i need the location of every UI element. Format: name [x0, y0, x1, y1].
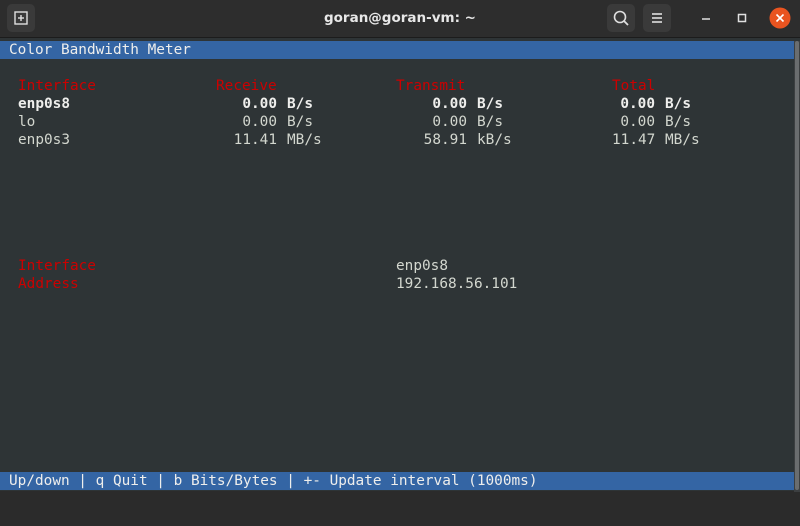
row-total-value: 0.00 [620, 96, 655, 112]
title-bar: goran@goran-vm: ~ [0, 0, 800, 38]
row-transmit-unit: B/s [477, 96, 503, 112]
row-total-value: 0.00 [620, 114, 655, 130]
terminal-window: goran@goran-vm: ~ Color Bandwidth Meter … [0, 0, 800, 492]
row-receive-value: 0.00 [242, 96, 277, 112]
window-title: goran@goran-vm: ~ [323, 10, 476, 26]
footer-help-text: Up/down | q Quit | b Bits/Bytes | +- Upd… [9, 473, 538, 489]
header-receive: Receive [216, 78, 277, 94]
close-icon [769, 7, 791, 29]
row-receive-unit: B/s [287, 114, 313, 130]
footer-bar: Up/down | q Quit | b Bits/Bytes | +- Upd… [0, 472, 794, 490]
row-interface: enp0s8 [18, 96, 70, 112]
row-total-unit: B/s [665, 114, 691, 130]
menu-button[interactable] [643, 4, 671, 32]
detail-interface-value: enp0s8 [396, 258, 448, 274]
row-total-value: 11.47 [612, 132, 656, 148]
row-receive-unit: MB/s [287, 132, 322, 148]
row-receive-value: 0.00 [242, 114, 277, 130]
row-total-unit: B/s [665, 96, 691, 112]
row-transmit-unit: kB/s [477, 132, 512, 148]
scrollbar-thumb[interactable] [795, 41, 799, 490]
row-interface: lo [18, 114, 36, 130]
app-title-bar: Color Bandwidth Meter [0, 41, 794, 59]
minimize-icon [702, 18, 710, 20]
maximize-button[interactable] [731, 7, 753, 29]
detail-interface-label: Interface [18, 258, 96, 274]
terminal-area[interactable]: Color Bandwidth Meter Interface Receive … [0, 38, 800, 492]
row-total-unit: MB/s [665, 132, 700, 148]
scrollbar[interactable] [794, 41, 800, 492]
row-receive-unit: B/s [287, 96, 313, 112]
row-interface: enp0s3 [18, 132, 70, 148]
search-icon [613, 10, 629, 26]
row-transmit-unit: B/s [477, 114, 503, 130]
row-receive-value: 11.41 [233, 132, 277, 148]
hamburger-menu-icon [652, 13, 662, 23]
header-total: Total [612, 78, 656, 94]
maximize-icon [737, 13, 747, 23]
close-button[interactable] [769, 7, 791, 29]
detail-address-value: 192.168.56.101 [396, 276, 518, 292]
header-transmit: Transmit [396, 78, 466, 94]
detail-address-label: Address [18, 276, 79, 292]
row-transmit-value: 0.00 [432, 114, 467, 130]
row-transmit-value: 0.00 [432, 96, 467, 112]
app-title: Color Bandwidth Meter [9, 42, 191, 58]
search-button[interactable] [607, 4, 635, 32]
header-interface: Interface [18, 78, 96, 94]
row-transmit-value: 58.91 [423, 132, 467, 148]
minimize-button[interactable] [695, 7, 717, 29]
